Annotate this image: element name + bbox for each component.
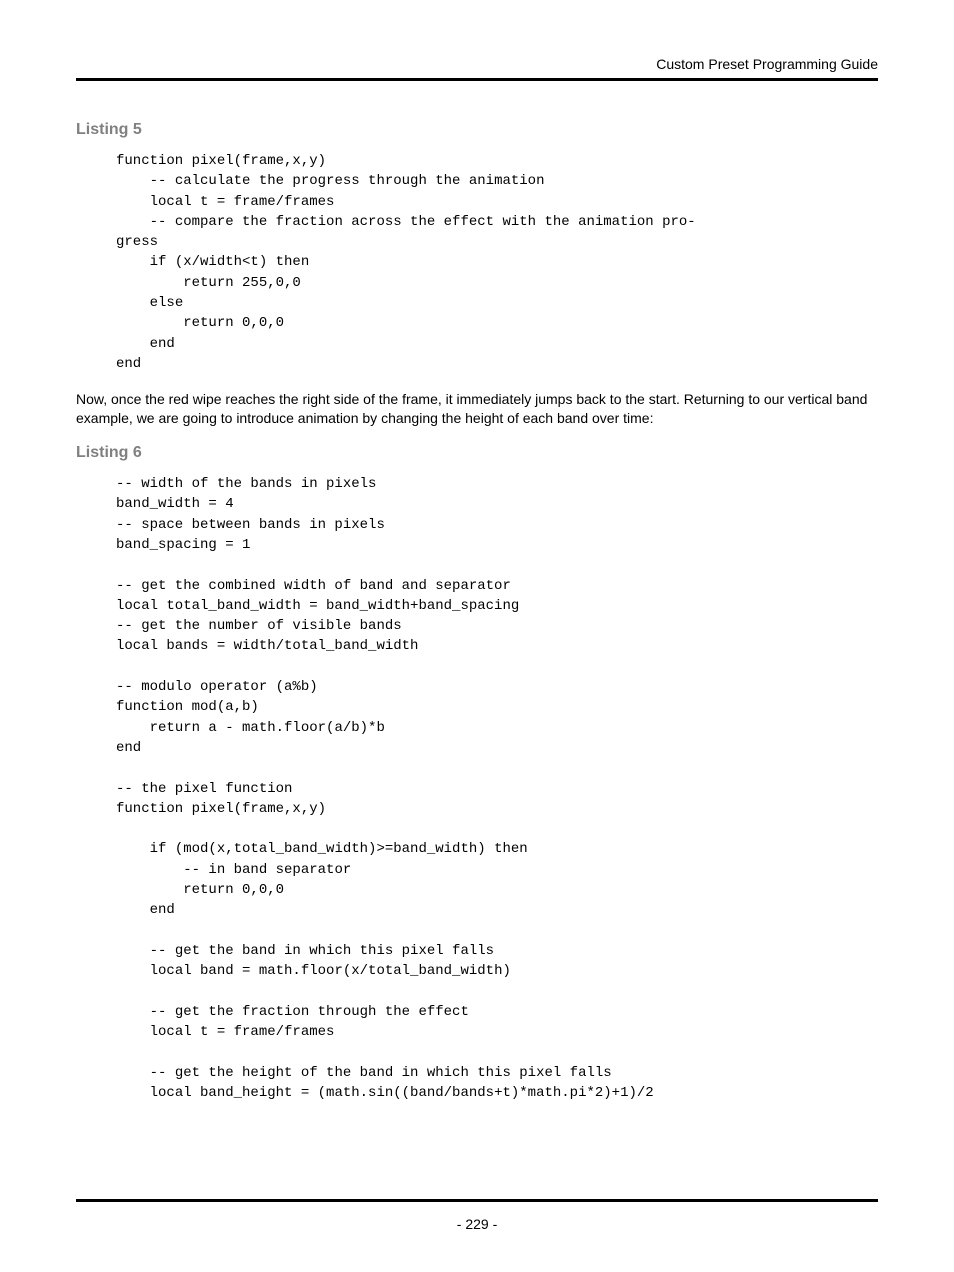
- listing-6-heading: Listing 6: [76, 444, 878, 462]
- listing-5-code: function pixel(frame,x,y) -- calculate t…: [116, 151, 878, 374]
- listing-6-code: -- width of the bands in pixels band_wid…: [116, 474, 878, 1103]
- listing-5-heading: Listing 5: [76, 121, 878, 139]
- paragraph-1: Now, once the red wipe reaches the right…: [76, 390, 878, 428]
- header-row: Custom Preset Programming Guide: [76, 56, 878, 72]
- header-divider: [76, 78, 878, 81]
- footer-divider: [76, 1199, 878, 1202]
- page-number: - 229 -: [76, 1216, 878, 1232]
- footer: - 229 -: [76, 1199, 878, 1232]
- page: Custom Preset Programming Guide Listing …: [0, 0, 954, 1272]
- header-title: Custom Preset Programming Guide: [656, 56, 878, 72]
